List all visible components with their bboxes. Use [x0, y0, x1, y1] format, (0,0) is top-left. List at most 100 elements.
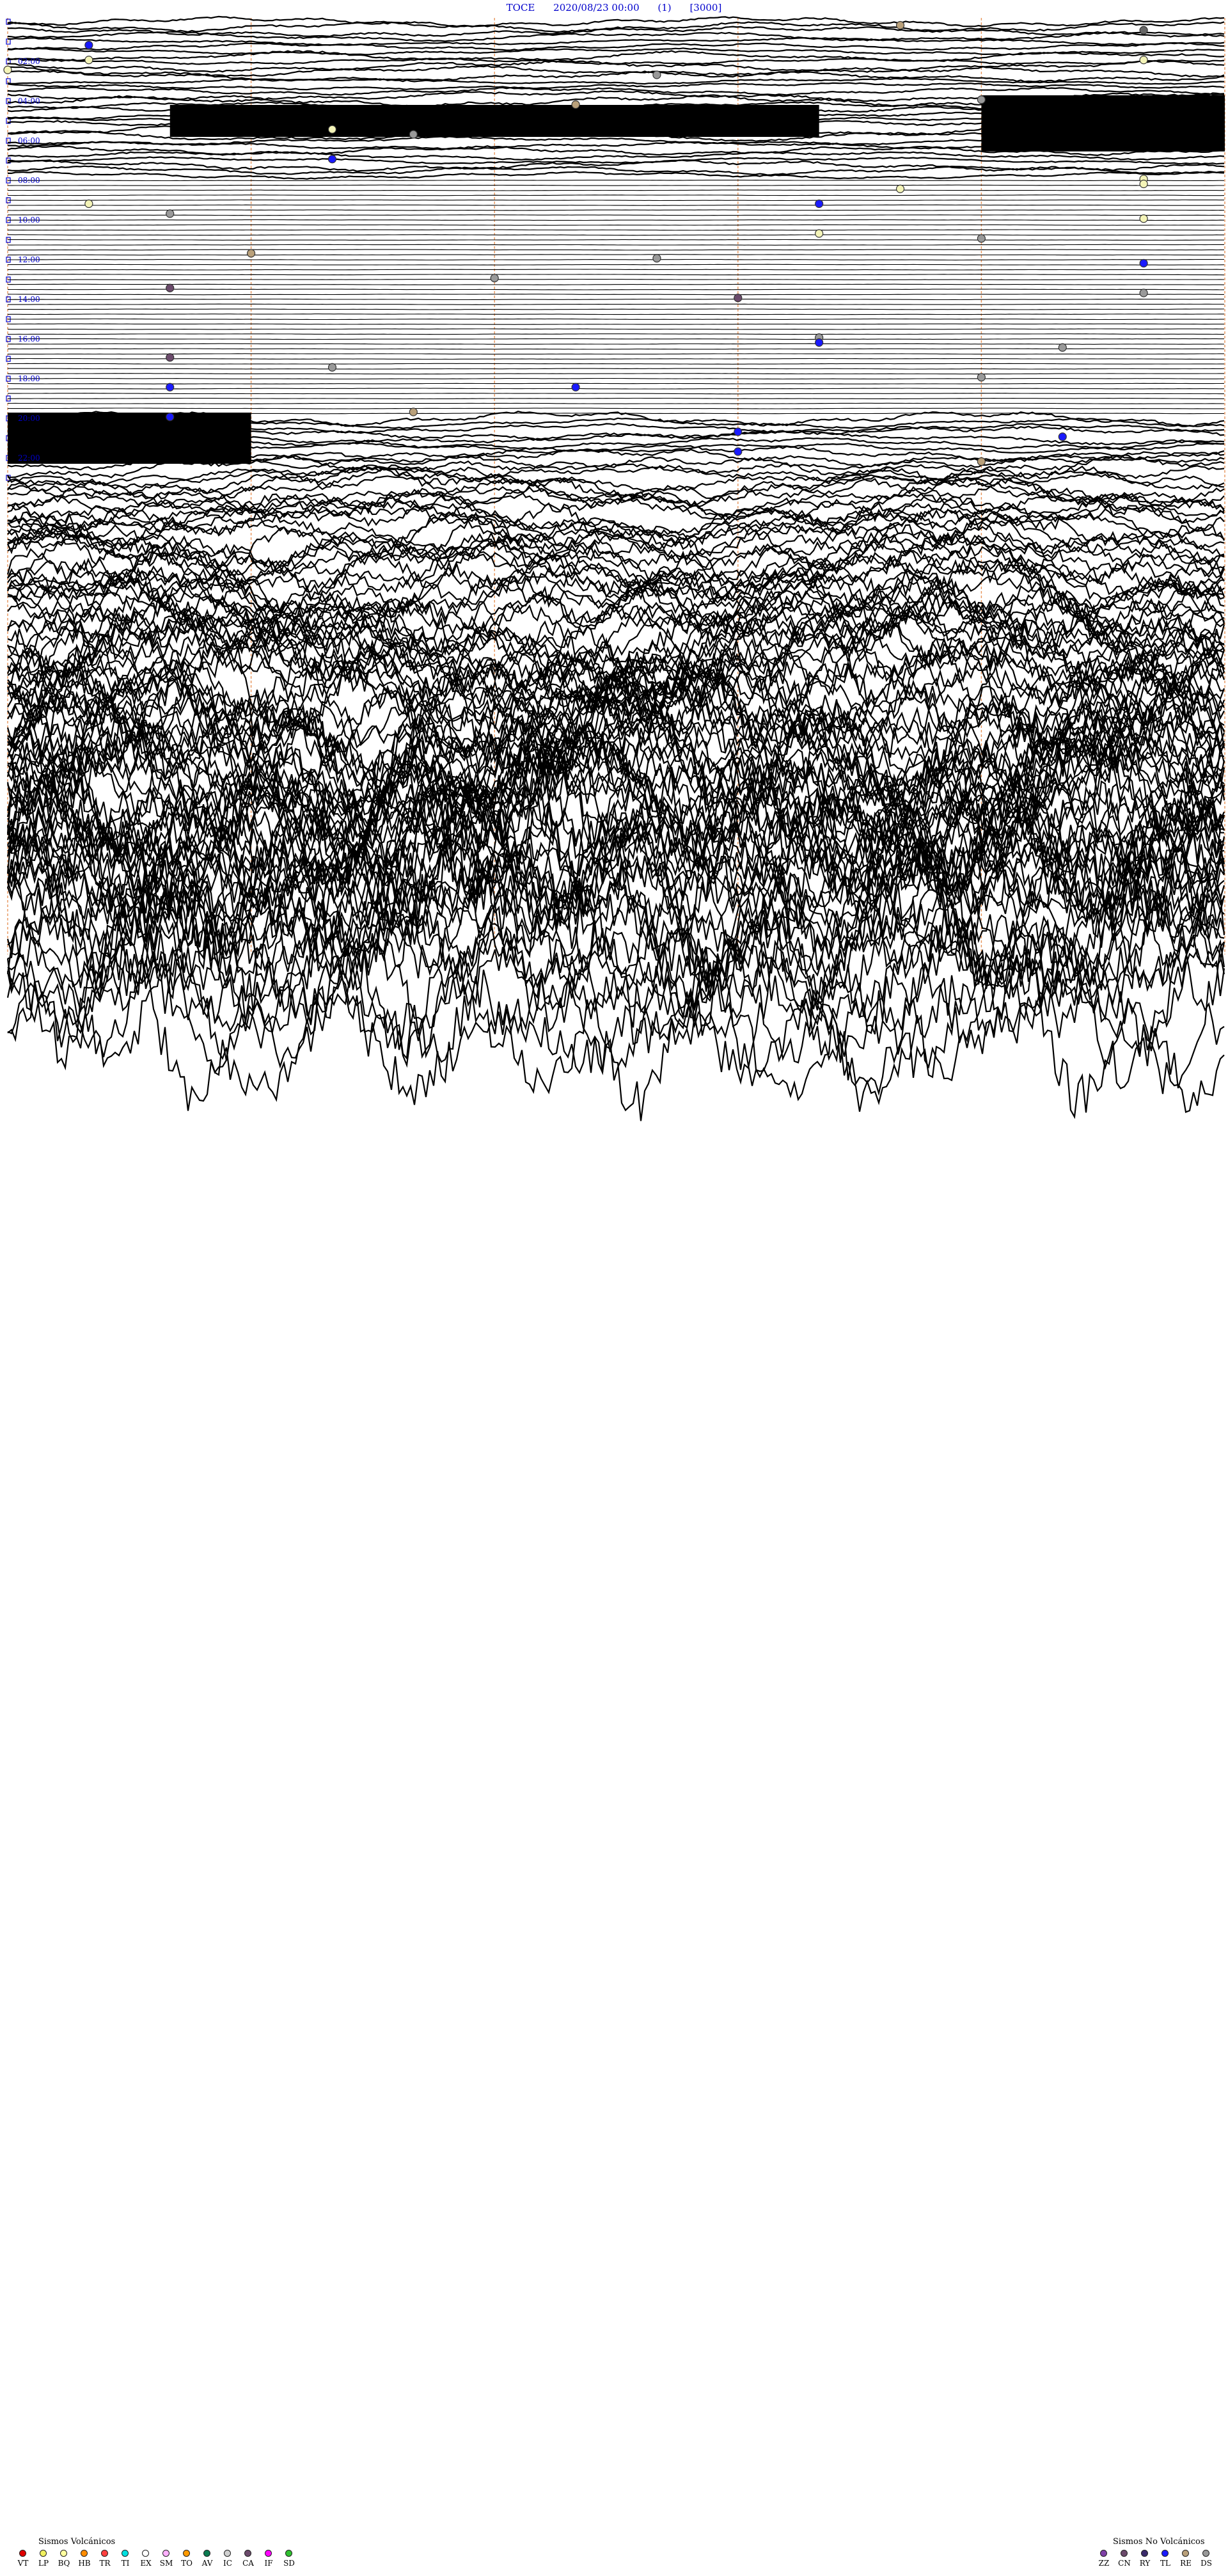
hour-label: 18:00 — [18, 374, 40, 383]
trace-row — [7, 151, 1225, 161]
legend-codes: ZZ CN RY TL RE DS — [1094, 2559, 1216, 2568]
trace-row — [7, 36, 1225, 46]
event-marker — [166, 283, 175, 292]
hour-label: 06:00 — [18, 136, 40, 145]
hour-label: 10:00 — [18, 216, 40, 225]
event-marker — [1139, 214, 1148, 223]
legend-code: TI — [121, 2559, 130, 2568]
legend-dot — [142, 2550, 149, 2557]
event-marker — [977, 457, 986, 466]
legend-dot — [1202, 2550, 1209, 2557]
trace-row — [7, 402, 1225, 404]
event-marker — [1139, 179, 1148, 189]
event-marker — [166, 383, 175, 391]
event-marker — [895, 184, 905, 193]
event-marker — [977, 95, 986, 104]
legend-code: ZZ — [1098, 2559, 1110, 2568]
legend-code: TL — [1160, 2559, 1170, 2568]
trace-row — [7, 318, 1224, 320]
trace-row — [7, 288, 1225, 290]
legend-dot — [224, 2550, 231, 2557]
event-marker — [734, 427, 743, 436]
trace-row — [7, 184, 1224, 186]
trace-row — [7, 264, 1225, 265]
legend-dot — [40, 2550, 47, 2557]
legend-code: RE — [1180, 2559, 1192, 2568]
event-marker — [571, 383, 580, 391]
trace-row — [7, 333, 1224, 335]
legend-code: DS — [1200, 2559, 1212, 2568]
event-marker — [327, 125, 337, 134]
trace-row — [7, 338, 1224, 340]
burst-block — [8, 413, 251, 464]
legend-code: AV — [201, 2559, 213, 2568]
trace-row — [8, 388, 1225, 390]
legend-dot — [162, 2550, 169, 2557]
legend-dot — [203, 2550, 210, 2557]
trace-row — [7, 294, 1224, 296]
event-marker — [327, 155, 337, 164]
event-marker — [734, 447, 743, 456]
trace-row — [7, 156, 1225, 165]
legend-dot — [122, 2550, 129, 2557]
legend-code: SM — [159, 2559, 173, 2568]
event-marker — [166, 209, 175, 218]
trace-row — [7, 47, 1225, 56]
trace-row — [7, 249, 1224, 251]
trace-row — [8, 194, 1225, 196]
trace-row — [8, 358, 1225, 360]
legend-dot — [1161, 2550, 1169, 2557]
hour-label: 02:00 — [18, 57, 40, 66]
trace-row — [8, 368, 1225, 370]
trace-row — [7, 274, 1225, 276]
event-marker — [1058, 343, 1067, 352]
trace-row — [8, 214, 1225, 216]
trace-row — [7, 283, 1225, 285]
legend-dot — [19, 2550, 26, 2557]
legend-dot — [1100, 2550, 1107, 2557]
event-marker — [815, 229, 824, 238]
event-marker — [84, 199, 93, 209]
hour-tick — [6, 38, 11, 45]
legend-code: HB — [78, 2559, 91, 2568]
trace-row — [8, 219, 1225, 221]
legend-code: CA — [242, 2559, 254, 2568]
legend-code: BQ — [58, 2559, 70, 2568]
event-marker — [409, 130, 418, 139]
legend-code: EX — [140, 2559, 152, 2568]
volcanic-legend-title: Sismos Volcánicos — [38, 2537, 116, 2547]
event-marker — [977, 234, 986, 243]
seismic-traces — [6, 15, 1225, 1121]
event-marker — [652, 254, 661, 263]
event-marker — [409, 407, 418, 416]
trace-row — [7, 269, 1225, 271]
event-marker — [1139, 258, 1148, 268]
event-marker — [84, 56, 93, 65]
trace-row — [7, 15, 1225, 28]
hour-label: 20:00 — [18, 414, 40, 423]
legend-code: TO — [181, 2559, 193, 2568]
trace-row — [8, 298, 1224, 301]
legend-code: TR — [99, 2559, 111, 2568]
trace-row — [7, 58, 1225, 65]
hour-label: 08:00 — [18, 176, 40, 185]
event-marker — [734, 294, 743, 303]
burst-block — [169, 105, 819, 137]
event-marker — [1139, 56, 1148, 65]
trace-row — [7, 244, 1224, 246]
event-marker — [1139, 26, 1148, 35]
event-marker — [166, 413, 175, 422]
hour-label: 12:00 — [18, 255, 40, 264]
legend-dot — [1121, 2550, 1128, 2557]
trace-row — [7, 308, 1225, 310]
event-marker — [3, 65, 12, 74]
legend-dot — [285, 2550, 292, 2557]
legend-code: SD — [283, 2559, 295, 2568]
legend-codes: VT LP BQ HB TR TI EX SM TO AV IC CA IF SD — [13, 2559, 299, 2568]
legend-dot — [1182, 2550, 1189, 2557]
trace-row — [8, 171, 1225, 180]
hour-label: 14:00 — [18, 295, 40, 304]
legend-dot — [244, 2550, 251, 2557]
event-marker — [84, 40, 93, 50]
event-marker — [490, 274, 499, 283]
